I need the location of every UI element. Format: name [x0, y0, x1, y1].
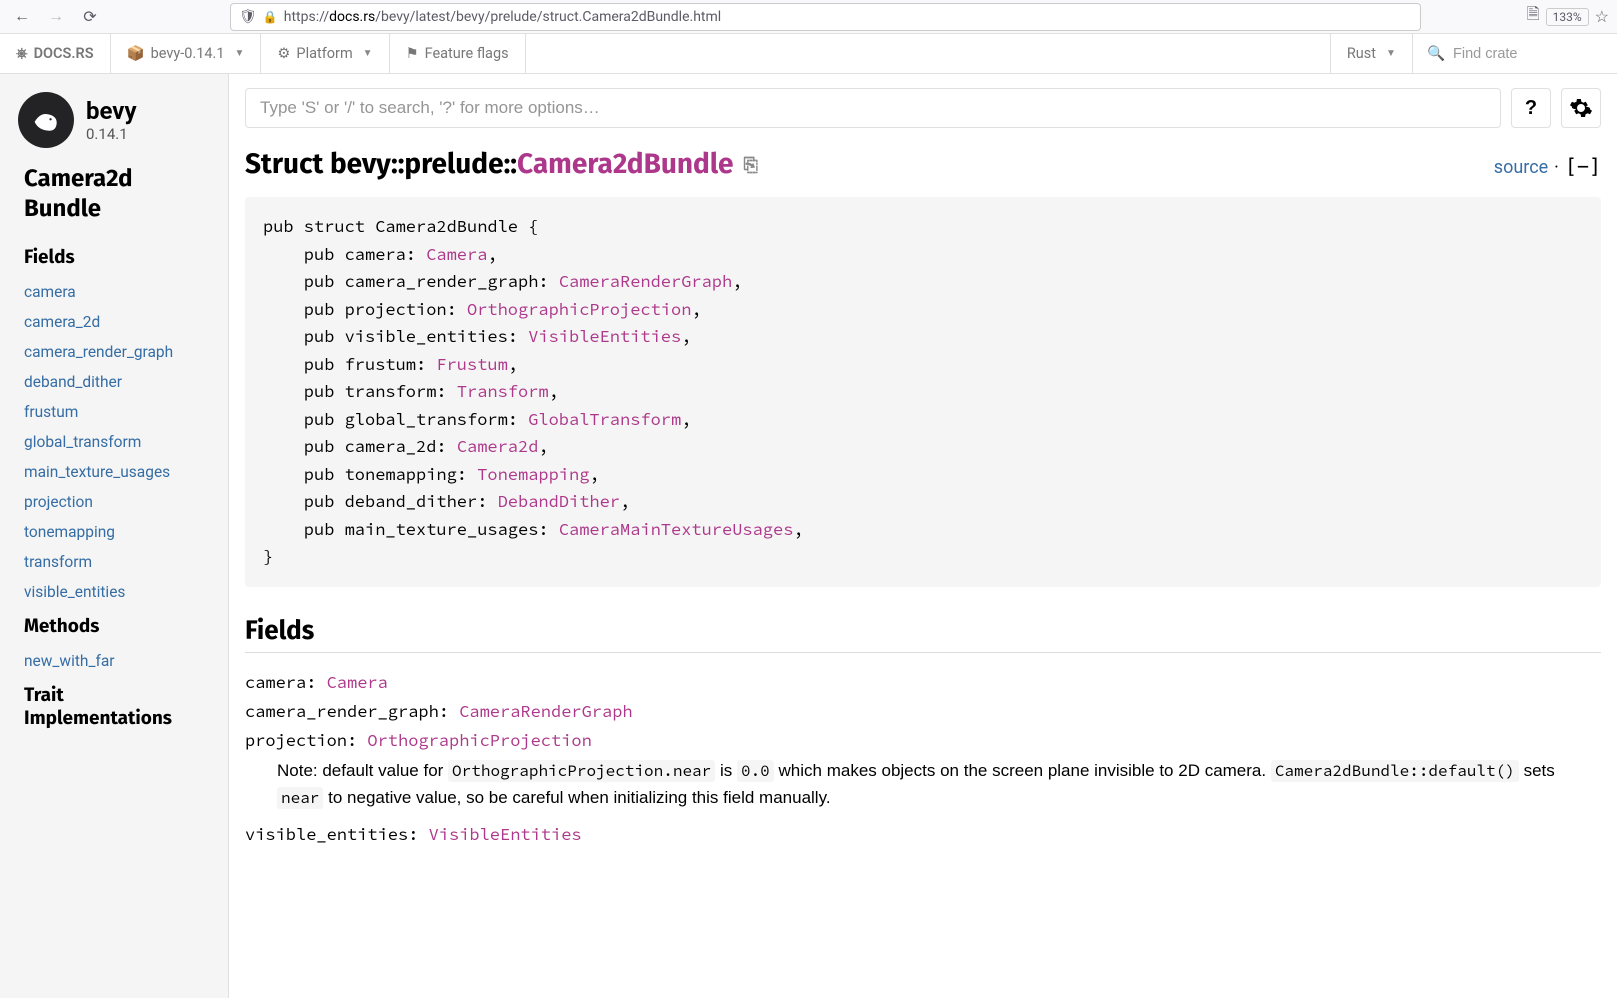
docsrs-nav: ⎈ DOCS.RS 📦 bevy-0.14.1 ▼ ⚙ Platform ▼ ⚑… [0, 34, 1617, 74]
type-link[interactable]: VisibleEntities [429, 823, 582, 845]
sidebar-field-link[interactable]: visible_entities [0, 577, 228, 607]
crate-menu[interactable]: 📦 bevy-0.14.1 ▼ [111, 34, 262, 73]
settings-button[interactable] [1561, 88, 1601, 128]
shield-icon: 🛡 [239, 9, 257, 25]
help-button[interactable]: ? [1511, 88, 1551, 128]
reload-button[interactable]: ⟳ [76, 3, 104, 31]
crate-search-input[interactable] [1453, 46, 1603, 62]
type-link[interactable]: Camera2d [457, 435, 539, 457]
type-link[interactable]: GlobalTransform [528, 408, 681, 430]
back-button[interactable]: ← [8, 3, 36, 31]
sidebar-field-link[interactable]: transform [0, 547, 228, 577]
gear-icon [1569, 96, 1593, 120]
type-link[interactable]: Tonemapping [477, 463, 589, 485]
source-link[interactable]: source [1494, 157, 1548, 178]
url-text: https://docs.rs/bevy/latest/bevy/prelude… [284, 9, 1412, 25]
flag-icon: ⚑ [406, 45, 419, 62]
crate-logo-block[interactable]: bevy 0.14.1 [0, 84, 228, 164]
docsrs-home-link[interactable]: ⎈ DOCS.RS [0, 34, 111, 73]
sidebar-field-link[interactable]: deband_dither [0, 367, 228, 397]
sidebar-field-link[interactable]: camera_render_graph [0, 337, 228, 367]
sidebar-methods-heading: Methods [0, 607, 228, 646]
field-note: Note: default value for OrthographicProj… [277, 758, 1601, 811]
url-bar[interactable]: 🛡 🔒 https://docs.rs/bevy/latest/bevy/pre… [230, 3, 1421, 31]
type-link[interactable]: DebandDither [498, 490, 620, 512]
feature-flags-link[interactable]: ⚑ Feature flags [390, 34, 526, 73]
type-link[interactable]: CameraRenderGraph [459, 700, 632, 722]
platform-menu[interactable]: ⚙ Platform ▼ [261, 34, 389, 73]
crate-menu-label: bevy-0.14.1 [151, 45, 225, 62]
fields-section-heading: Fields [245, 615, 1601, 653]
type-link[interactable]: OrthographicProjection [467, 298, 691, 320]
sidebar-traits-heading: Trait Implementations [0, 676, 228, 738]
heading-separator: · [1554, 157, 1559, 178]
sidebar-field-link[interactable]: projection [0, 487, 228, 517]
sidebar-field-link[interactable]: tonemapping [0, 517, 228, 547]
sidebar-fields-heading: Fields [0, 238, 228, 277]
sidebar-field-link[interactable]: frustum [0, 397, 228, 427]
main-heading: Struct bevy::prelude::Camera2dBundle ⎘ s… [245, 148, 1601, 181]
type-link[interactable]: Camera [426, 243, 487, 265]
sidebar-method-link[interactable]: new_with_far [0, 646, 228, 676]
bookmark-star-icon[interactable]: ☆ [1595, 7, 1609, 26]
zoom-badge[interactable]: 133% [1546, 8, 1589, 26]
cube-icon: 📦 [127, 45, 145, 62]
type-link[interactable]: Camera [327, 671, 388, 693]
gears-icon: ⚙ [277, 45, 290, 62]
field-name: camera_render_graph: [245, 700, 459, 722]
reader-mode-icon[interactable]: 🗎 [1527, 3, 1540, 30]
crate-version: 0.14.1 [86, 125, 137, 143]
field-name: projection: [245, 729, 367, 751]
browser-chrome: ← → ⟳ 🛡 🔒 https://docs.rs/bevy/latest/be… [0, 0, 1617, 34]
sidebar-field-link[interactable]: main_texture_usages [0, 457, 228, 487]
bevy-logo-icon [18, 92, 74, 148]
cubes-icon: ⎈ [16, 45, 28, 62]
crate-path-link[interactable]: bevy::prelude:: [330, 148, 517, 181]
type-link[interactable]: CameraRenderGraph [559, 270, 732, 292]
field-name: visible_entities: [245, 823, 429, 845]
crate-search[interactable]: 🔍 [1413, 34, 1617, 73]
lock-icon: 🔒 [263, 10, 278, 24]
copy-path-icon[interactable]: ⎘ [744, 154, 758, 176]
crate-name: bevy [86, 97, 137, 125]
feature-flags-label: Feature flags [425, 45, 509, 62]
type-link[interactable]: OrthographicProjection [367, 729, 591, 751]
field-item: camera_render_graph: CameraRenderGraph [245, 698, 1601, 725]
chevron-down-icon: ▼ [1386, 48, 1396, 59]
search-icon: 🔍 [1427, 45, 1445, 62]
type-link[interactable]: Frustum [436, 353, 507, 375]
rust-menu[interactable]: Rust ▼ [1331, 34, 1413, 73]
search-input[interactable] [245, 88, 1501, 128]
sidebar-field-link[interactable]: camera_2d [0, 307, 228, 337]
docsrs-home-label: DOCS.RS [34, 45, 94, 62]
platform-menu-label: Platform [296, 45, 352, 62]
type-link[interactable]: Transform [457, 380, 549, 402]
field-item: visible_entities: VisibleEntities [245, 821, 1601, 848]
sidebar-field-link[interactable]: camera [0, 277, 228, 307]
sidebar-location: Camera2d Bundle [0, 164, 228, 238]
struct-declaration: pub struct Camera2dBundle { pub camera: … [245, 197, 1601, 587]
type-link[interactable]: VisibleEntities [528, 325, 681, 347]
sidebar-fields-list: cameracamera_2dcamera_render_graphdeband… [0, 277, 228, 607]
chevron-down-icon: ▼ [235, 48, 245, 59]
heading-text: Struct bevy::prelude::Camera2dBundle [245, 148, 734, 181]
content: ? Struct bevy::prelude::Camera2dBundle ⎘… [229, 74, 1617, 998]
field-item: camera: Camera [245, 669, 1601, 696]
collapse-toggle[interactable]: [−] [1565, 154, 1601, 178]
chevron-down-icon: ▼ [363, 48, 373, 59]
sidebar: bevy 0.14.1 Camera2d Bundle Fields camer… [0, 74, 229, 998]
sidebar-field-link[interactable]: global_transform [0, 427, 228, 457]
field-name: camera: [245, 671, 327, 693]
type-link[interactable]: CameraMainTextureUsages [559, 518, 794, 540]
rust-menu-label: Rust [1347, 45, 1376, 62]
field-item: projection: OrthographicProjection [245, 727, 1601, 754]
forward-button[interactable]: → [42, 3, 70, 31]
sidebar-methods-list: new_with_far [0, 646, 228, 676]
